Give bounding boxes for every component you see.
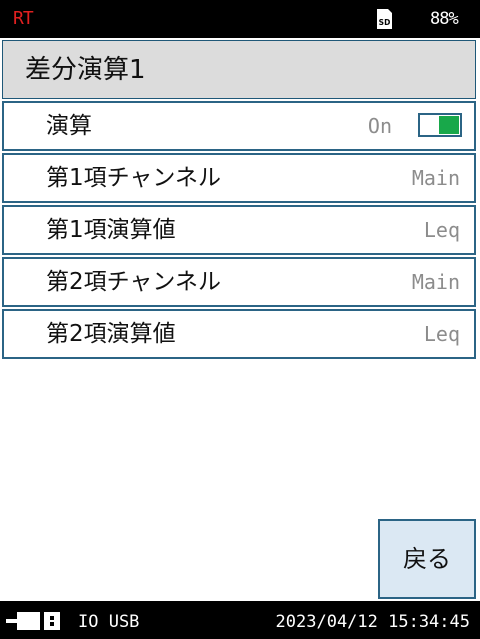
datetime-display: 2023/04/12 15:34:45 (275, 612, 470, 632)
setting-label: 第1項チャンネル (46, 165, 221, 191)
status-bar: RT SD 88% (0, 0, 480, 38)
setting-label: 第2項チャンネル (46, 269, 221, 295)
connector-icon (6, 612, 60, 630)
setting-row-term2-value[interactable]: 第2項演算値 Leq (2, 309, 476, 359)
back-button[interactable]: 戻る (378, 519, 476, 599)
io-usb-status: IO USB (78, 612, 140, 632)
device-screen: RT SD 88% 差分演算1 演算 On 第1項チャンネル Main 第1項演… (0, 0, 480, 639)
setting-value: Main (411, 166, 460, 190)
settings-panel: 差分演算1 演算 On 第1項チャンネル Main 第1項演算値 Leq 第2項… (0, 38, 480, 601)
setting-label: 演算 (46, 113, 92, 139)
setting-value: On (367, 114, 392, 138)
page-title-bar: 差分演算1 (2, 40, 476, 99)
setting-value: Leq (423, 218, 460, 242)
back-button-label: 戻る (403, 545, 451, 573)
bottom-status-bar: IO USB 2023/04/12 15:34:45 (0, 601, 480, 639)
battery-level: 88% (430, 9, 459, 29)
setting-row-term1-value[interactable]: 第1項演算値 Leq (2, 205, 476, 255)
setting-label: 第2項演算値 (46, 321, 176, 347)
calculation-toggle[interactable] (418, 113, 462, 137)
rt-mode-label: RT (13, 8, 34, 29)
setting-value: Leq (423, 322, 460, 346)
sd-card-icon: SD (377, 9, 392, 29)
setting-row-term1-channel[interactable]: 第1項チャンネル Main (2, 153, 476, 203)
setting-value: Main (411, 270, 460, 294)
page-title: 差分演算1 (25, 55, 146, 85)
setting-row-term2-channel[interactable]: 第2項チャンネル Main (2, 257, 476, 307)
toggle-on-indicator (439, 116, 459, 134)
setting-label: 第1項演算値 (46, 217, 176, 243)
setting-row-calculation[interactable]: 演算 On (2, 101, 476, 151)
sd-label: SD (379, 18, 391, 27)
